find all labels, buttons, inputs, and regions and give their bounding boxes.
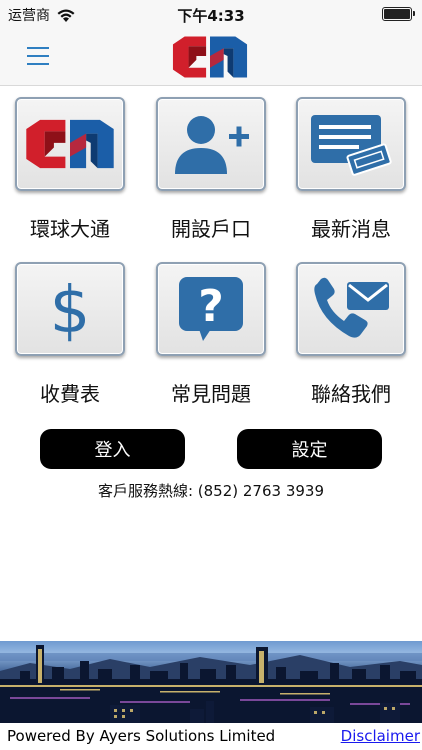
contact-icon	[314, 277, 389, 338]
add-user-icon	[175, 116, 249, 174]
tile-frame	[15, 97, 125, 191]
status-bar: 运营商 下午4:33	[0, 0, 422, 28]
tile-global-chartered[interactable]: 環球大通	[1, 97, 139, 257]
powered-by-text: Powered By Ayers Solutions Limited	[7, 727, 276, 745]
battery-fill	[384, 9, 410, 19]
dollar-icon: $	[50, 274, 91, 344]
footer: Powered By Ayers Solutions Limited Discl…	[0, 723, 422, 750]
tile-contact-us[interactable]: 聯絡我們	[282, 262, 420, 422]
svg-text:$: $	[50, 274, 91, 344]
battery-cap	[413, 11, 415, 16]
login-button[interactable]: 登入	[40, 429, 185, 469]
city-skyline-banner	[0, 641, 422, 723]
tile-frame: $	[15, 262, 125, 356]
disclaimer-link[interactable]: Disclaimer	[341, 727, 420, 745]
news-icon	[311, 115, 392, 176]
company-logo-icon[interactable]	[171, 32, 249, 82]
tile-frame	[156, 97, 266, 191]
tile-label: 環球大通	[30, 217, 110, 241]
skyline-image	[0, 645, 422, 723]
tile-faq[interactable]: ? 常見問題	[142, 262, 280, 422]
customer-hotline: 客戶服務熱線: (852) 2763 3939	[97, 482, 325, 500]
settings-button[interactable]: 設定	[237, 429, 382, 469]
tile-label: 開設戶口	[171, 217, 251, 241]
status-time: 下午4:33	[177, 7, 245, 25]
tile-label: 常見問題	[171, 382, 251, 406]
navigation-bar	[0, 28, 422, 86]
tile-frame	[296, 97, 406, 191]
hamburger-menu-icon[interactable]	[27, 47, 49, 65]
tile-open-account[interactable]: 開設戶口	[142, 97, 280, 257]
company-logo-icon	[26, 119, 114, 169]
tile-label: 聯絡我們	[311, 382, 391, 406]
tile-fee-schedule[interactable]: $ 收費表	[1, 262, 139, 422]
question-icon: ?	[179, 277, 243, 341]
tile-frame	[296, 262, 406, 356]
tile-latest-news[interactable]: 最新消息	[282, 97, 420, 257]
svg-text:?: ?	[198, 281, 224, 332]
tile-label: 收費表	[40, 382, 100, 406]
battery-icon	[382, 7, 415, 21]
tile-frame: ?	[156, 262, 266, 356]
tile-label: 最新消息	[311, 217, 391, 241]
